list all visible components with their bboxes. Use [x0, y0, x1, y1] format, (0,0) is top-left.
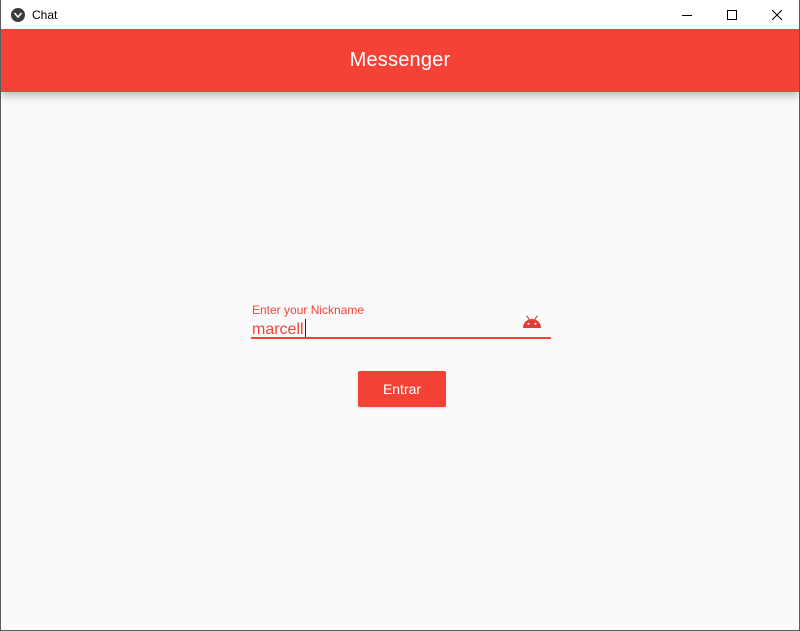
window-title: Chat	[32, 7, 58, 22]
android-icon	[523, 315, 541, 328]
minimize-icon	[681, 14, 692, 16]
minimize-button[interactable]	[664, 0, 709, 29]
maximize-button[interactable]	[709, 0, 754, 29]
window-controls	[664, 0, 799, 29]
app-logo-icon	[11, 7, 25, 22]
enter-button[interactable]: Entrar	[358, 371, 446, 407]
nickname-field-underline	[251, 337, 551, 339]
nickname-input[interactable]: marcell	[252, 319, 306, 339]
app-bar: Messenger	[1, 29, 799, 92]
close-icon	[771, 9, 782, 20]
app-window: Chat Messenger Enter your Nickname marce…	[0, 0, 800, 631]
title-bar[interactable]: Chat	[1, 0, 799, 29]
nickname-field-label: Enter your Nickname	[252, 303, 365, 317]
nickname-input-value: marcell	[252, 321, 304, 338]
maximize-icon	[726, 9, 737, 20]
close-button[interactable]	[754, 0, 799, 29]
app-bar-title: Messenger	[349, 49, 451, 71]
nickname-field[interactable]: Enter your Nickname marcell	[251, 300, 551, 340]
text-cursor	[304, 319, 306, 337]
